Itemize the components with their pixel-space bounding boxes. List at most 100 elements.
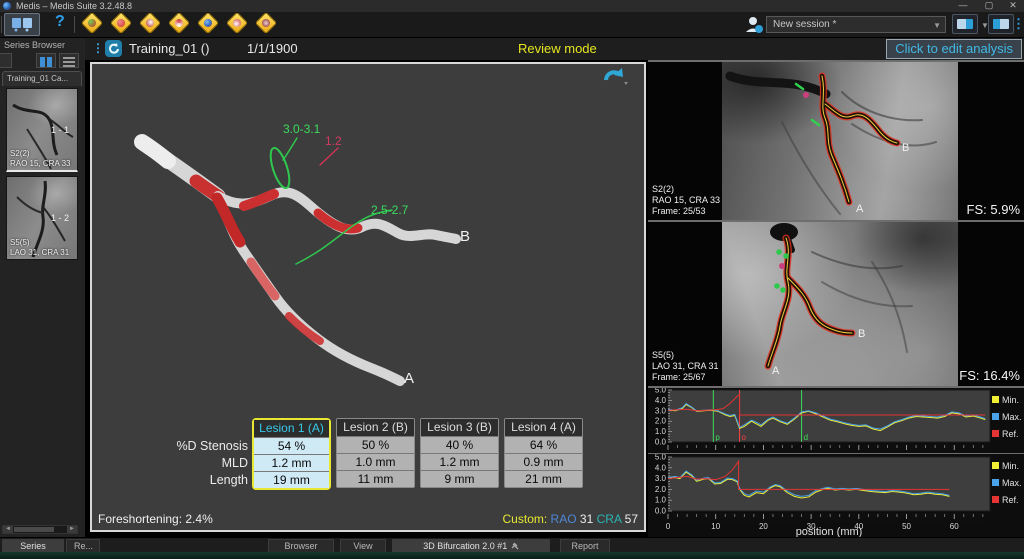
- session-dropdown[interactable]: New session * ▼: [766, 16, 946, 33]
- panel2-projection: LAO 31, CRA 31: [652, 361, 719, 372]
- chevron-down-icon: ▼: [933, 18, 941, 33]
- tab-series-browser[interactable]: Series Bro...: [2, 539, 64, 553]
- svg-text:0.0: 0.0: [655, 507, 667, 516]
- edit-analysis-button[interactable]: Click to edit analysis: [886, 39, 1022, 59]
- layout-toggle-button[interactable]: [952, 14, 978, 34]
- study-name: Training_01 (): [129, 41, 209, 56]
- layout-switch-button[interactable]: [988, 14, 1014, 34]
- lesion-2-column[interactable]: Lesion 2 (B) 50 % 1.0 mm 11 mm: [336, 418, 415, 488]
- close-button[interactable]: ✕: [1002, 0, 1024, 11]
- tab-3d-bifurcation-label: 3D Bifurcation 2.0 #1: [423, 541, 507, 551]
- angio-panel-2[interactable]: A B S5(5) LAO 31, CRA 31 Frame: 25/67 FS…: [648, 222, 1024, 386]
- lesion-table-row-headers: %D Stenosis MLD Length: [156, 438, 248, 489]
- list-icon: [63, 57, 75, 59]
- tab-view[interactable]: View: [340, 539, 386, 553]
- svg-text:10: 10: [711, 522, 720, 531]
- lesion-3-column[interactable]: Lesion 3 (B) 40 % 1.2 mm 9 mm: [420, 418, 499, 488]
- viewer-menu-icon[interactable]: ⋮: [92, 41, 104, 55]
- thumbnail-index: 1 - 1: [51, 125, 69, 135]
- collapse-panel-button[interactable]: [0, 53, 12, 68]
- svg-text:60: 60: [950, 522, 959, 531]
- study-refresh-icon[interactable]: [105, 40, 122, 57]
- thumbnail-projection: LAO 31, CRA 31: [10, 248, 69, 257]
- scroll-thumb[interactable]: [14, 527, 54, 532]
- panel2-label-a: A: [772, 365, 780, 377]
- pin-icon[interactable]: [510, 541, 519, 550]
- minimize-button[interactable]: —: [952, 0, 974, 11]
- diameter-chart-branch-b: 0.01.02.03.04.05.00102030405060position …: [648, 454, 1024, 537]
- window-title: Medis – Medis Suite 3.2.48.8: [16, 1, 132, 11]
- app-package-icon-6[interactable]: [226, 12, 249, 35]
- toolbar-menu-icon[interactable]: ⋮: [1012, 16, 1024, 32]
- lesion-4-mld: 0.9 mm: [505, 453, 582, 470]
- scroll-right-icon[interactable]: ►: [67, 526, 77, 533]
- grid-icon: [40, 57, 45, 62]
- main-toolbar: ? New session * ▼ ▼ ⋮: [0, 12, 1024, 38]
- custom-label: Custom:: [503, 512, 548, 526]
- bifurcation-3d-view[interactable]: 3.0-3.1 1.2 2.5-2.7 B A %D Stenosis MLD …: [90, 62, 646, 532]
- panel2-fs-value: FS: 16.4%: [959, 368, 1020, 383]
- svg-text:Max.: Max.: [1002, 412, 1022, 422]
- tab-browser[interactable]: Browser: [268, 539, 334, 553]
- lesion-4-column[interactable]: Lesion 4 (A) 64 % 0.9 mm 21 mm: [504, 418, 583, 488]
- app-package-icon-7[interactable]: [255, 12, 278, 35]
- dual-monitor-icon: [5, 14, 39, 35]
- row-header-mld: MLD: [156, 455, 248, 472]
- lesion-1-length: 19 mm: [254, 471, 329, 488]
- panel2-series: S5(5): [652, 350, 719, 361]
- lesion-3-header[interactable]: Lesion 3 (B): [421, 419, 498, 436]
- panel2-frame: Frame: 25/67: [652, 372, 719, 383]
- panel1-projection: RAO 15, CRA 33: [652, 195, 720, 206]
- distal-diameter-annotation: 2.5-2.7: [371, 203, 408, 217]
- panel1-meta: S2(2) RAO 15, CRA 33 Frame: 25/53: [652, 184, 720, 217]
- thumbnail-index: 1 - 2: [51, 213, 69, 223]
- panel1-label-b: B: [902, 142, 909, 154]
- panel1-label-a: A: [856, 203, 864, 215]
- row-header-length: Length: [156, 472, 248, 489]
- series-thumbnail-1[interactable]: 1 - 1 S2(2) RAO 15, CRA 33: [6, 88, 78, 172]
- bottom-tab-bar: Series Bro... Re... Browser View 3D Bifu…: [0, 537, 1024, 552]
- review-mode-label: Review mode: [518, 41, 597, 56]
- xray-image: A B: [722, 222, 958, 386]
- app-package-icon-5[interactable]: [197, 12, 220, 35]
- medis-logo-icon: [3, 2, 11, 10]
- svg-text:20: 20: [759, 522, 768, 531]
- grid-view-button[interactable]: [36, 53, 56, 68]
- tab-report[interactable]: Report: [560, 539, 610, 553]
- series-browser-toolbutton[interactable]: [4, 13, 40, 36]
- app-package-icon-4[interactable]: [168, 12, 191, 35]
- lesion-2-header[interactable]: Lesion 2 (B): [337, 419, 414, 436]
- thumbnail-series: S5(5): [10, 238, 30, 247]
- lesion-1-header[interactable]: Lesion 1 (A): [254, 420, 329, 437]
- svg-text:1.0: 1.0: [655, 427, 667, 436]
- panel2-label-b: B: [858, 328, 865, 340]
- lesion-1-column[interactable]: Lesion 1 (A) 54 % 1.2 mm 19 mm: [252, 418, 331, 490]
- svg-text:o: o: [742, 433, 747, 442]
- app-package-icon-1[interactable]: [81, 12, 104, 35]
- svg-text:1.0: 1.0: [655, 496, 667, 505]
- panel1-fs-value: FS: 5.9%: [967, 202, 1020, 217]
- lesion-2-mld: 1.0 mm: [337, 453, 414, 470]
- lesion-1-stenosis: 54 %: [254, 437, 329, 454]
- patient-tab[interactable]: Training_01 Ca...: [2, 71, 82, 86]
- series-thumbnail-2[interactable]: 1 - 2 S5(5) LAO 31, CRA 31: [6, 176, 78, 260]
- tab-3d-bifurcation[interactable]: 3D Bifurcation 2.0 #1: [392, 539, 550, 553]
- app-package-icon-3[interactable]: [139, 12, 162, 35]
- tab-results[interactable]: Re...: [66, 539, 100, 553]
- thumbnail-projection: RAO 15, CRA 33: [10, 159, 70, 168]
- maximize-button[interactable]: ▢: [978, 0, 1000, 11]
- angio-panel-1[interactable]: A B S2(2) RAO 15, CRA 33 Frame: 25/53 FS…: [648, 62, 1024, 220]
- svg-text:Min.: Min.: [1002, 461, 1019, 471]
- panel1-frame: Frame: 25/53: [652, 206, 720, 217]
- list-view-button[interactable]: [59, 53, 79, 68]
- sidebar-horizontal-scrollbar[interactable]: ◄ ►: [2, 525, 78, 534]
- lesion-4-header[interactable]: Lesion 4 (A): [505, 419, 582, 436]
- cra-label: CRA: [597, 512, 622, 526]
- svg-text:50: 50: [902, 522, 911, 531]
- chart-canvas: 0.01.02.03.04.05.0podMin.Max.Ref.: [648, 388, 1024, 453]
- scroll-left-icon[interactable]: ◄: [3, 526, 13, 533]
- lesion-4-stenosis: 64 %: [505, 436, 582, 453]
- help-icon[interactable]: ?: [55, 13, 65, 31]
- svg-text:4.0: 4.0: [655, 463, 667, 472]
- app-package-icon-2[interactable]: [110, 12, 133, 35]
